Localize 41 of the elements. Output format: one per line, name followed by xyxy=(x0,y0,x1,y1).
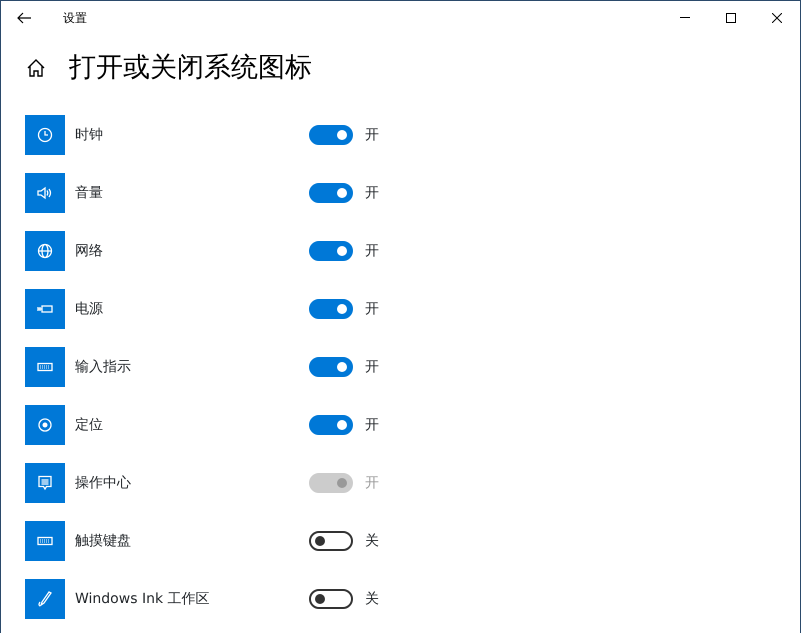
item-label: 输入指示 xyxy=(74,358,132,377)
battery-icon xyxy=(25,289,65,330)
toggle-state: 开 xyxy=(365,184,379,203)
maximize-icon[interactable] xyxy=(726,12,736,22)
toggle-state: 开 xyxy=(365,242,379,261)
toggle-switch[interactable] xyxy=(309,183,353,204)
toggle-switch[interactable] xyxy=(309,299,353,320)
keyboard-icon xyxy=(25,521,65,562)
home-icon[interactable] xyxy=(27,59,45,78)
toggle-state: 开 xyxy=(365,416,379,435)
speaker-icon xyxy=(25,173,65,214)
globe-icon xyxy=(25,231,65,272)
toggle-switch[interactable] xyxy=(309,415,353,436)
back-arrow-icon[interactable] xyxy=(17,12,31,24)
clock-icon xyxy=(25,115,65,156)
item-label: 电源 xyxy=(74,300,104,319)
toggle-state: 关 xyxy=(365,590,379,609)
keyboard-icon xyxy=(25,347,65,388)
toggle-state: 开 xyxy=(365,474,379,493)
toggle-switch[interactable] xyxy=(309,589,353,610)
toggle-state: 开 xyxy=(365,300,379,319)
item-label: 网络 xyxy=(74,242,104,261)
page-heading: 打开或关闭系统图标 xyxy=(69,52,312,84)
toggle-switch[interactable] xyxy=(309,531,353,552)
item-label: 时钟 xyxy=(74,126,104,145)
toggle-switch[interactable] xyxy=(309,357,353,378)
toggle-switch[interactable] xyxy=(309,241,353,262)
pen-icon xyxy=(25,579,65,620)
item-label: 定位 xyxy=(74,416,104,435)
toggle-switch[interactable] xyxy=(309,125,353,146)
item-label: 操作中心 xyxy=(74,474,132,493)
item-label: 触摸键盘 xyxy=(74,532,132,551)
close-icon[interactable] xyxy=(772,12,782,22)
toggle-state: 关 xyxy=(365,532,379,551)
target-icon xyxy=(25,405,65,446)
window-title: 设置 xyxy=(63,10,87,26)
item-label: 音量 xyxy=(74,184,104,203)
toggle-state: 开 xyxy=(365,126,379,145)
item-label: Windows Ink 工作区 xyxy=(74,590,211,609)
toggle-state: 开 xyxy=(365,358,379,377)
message-icon xyxy=(25,463,65,504)
